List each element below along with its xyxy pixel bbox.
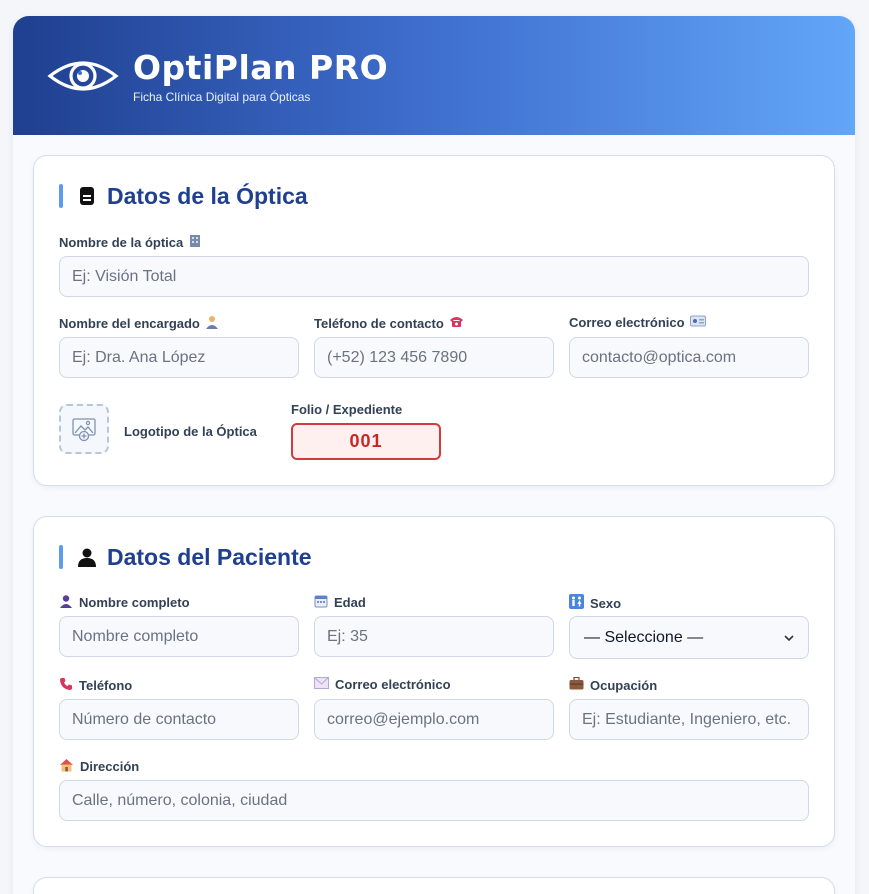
- app-header: OptiPlan PRO Ficha Clínica Digital para …: [13, 16, 855, 135]
- address-label: Dirección: [59, 758, 139, 775]
- occupation-label: Ocupación: [569, 676, 658, 693]
- sex-select-value: — Seleccione —: [584, 628, 704, 646]
- optica-name-input[interactable]: [59, 256, 809, 297]
- manager-input[interactable]: [59, 337, 299, 378]
- person-icon: [77, 546, 97, 568]
- app-subtitle: Ficha Clínica Digital para Ópticas: [133, 89, 311, 104]
- optica-section-title: Datos de la Óptica: [107, 182, 308, 209]
- patient-phone-label-text: Teléfono: [79, 678, 133, 693]
- optica-phone-label: Teléfono de contacto: [314, 315, 464, 331]
- patient-phone-input[interactable]: [59, 699, 299, 740]
- address-label-text: Dirección: [80, 759, 140, 774]
- eye-icon: [47, 56, 119, 96]
- image-add-icon: [72, 418, 96, 442]
- house-icon: [59, 758, 74, 775]
- patient-name-label-text: Nombre completo: [79, 595, 190, 610]
- folio-label: Folio / Expediente: [291, 402, 403, 417]
- telephone-icon: [449, 315, 464, 331]
- optica-email-label: Correo electrónico: [569, 315, 706, 330]
- optica-name-label: Nombre de la óptica: [59, 234, 202, 251]
- paciente-section-title: Datos del Paciente: [107, 543, 312, 570]
- patient-name-input[interactable]: [59, 616, 299, 657]
- chevron-down-icon: [784, 629, 794, 647]
- app-title: OptiPlan PRO: [133, 47, 389, 87]
- patient-email-label-text: Correo electrónico: [335, 677, 451, 692]
- optica-email-input[interactable]: [569, 337, 809, 378]
- age-label: Edad: [314, 594, 366, 611]
- envelope-icon: [314, 677, 329, 692]
- person-office-worker-icon: [205, 315, 219, 332]
- address-input[interactable]: [59, 780, 809, 821]
- paciente-section: Datos del Paciente Nombre completo Edad: [33, 516, 835, 847]
- optica-phone-label-text: Teléfono de contacto: [314, 315, 444, 331]
- sex-label-text: Sexo: [590, 595, 622, 611]
- id-card-icon: [689, 315, 706, 330]
- age-input[interactable]: [314, 616, 554, 657]
- optica-section: Datos de la Óptica Nombre de la óptica N…: [33, 155, 835, 486]
- optica-section-header: Datos de la Óptica: [59, 183, 308, 209]
- next-section: [33, 877, 835, 894]
- optica-name-label-text: Nombre de la óptica: [59, 235, 184, 250]
- brand: OptiPlan PRO Ficha Clínica Digital para …: [133, 48, 388, 104]
- sex-label: Sexo: [569, 594, 621, 612]
- bust-silhouette-icon: [59, 594, 73, 611]
- patient-email-label: Correo electrónico: [314, 677, 451, 692]
- paciente-section-header: Datos del Paciente: [59, 544, 312, 570]
- patient-name-label: Nombre completo: [59, 594, 190, 611]
- restroom-icon: [569, 594, 584, 612]
- document-icon: [77, 185, 97, 207]
- optica-phone-input[interactable]: [314, 337, 554, 378]
- form-body: Datos de la Óptica Nombre de la óptica N…: [13, 135, 855, 894]
- section-accent-bar: [59, 545, 63, 569]
- briefcase-icon: [569, 676, 584, 693]
- calendar-icon: [314, 594, 328, 611]
- logo-label: Logotipo de la Óptica: [124, 424, 257, 439]
- section-accent-bar: [59, 184, 63, 208]
- patient-email-input[interactable]: [314, 699, 554, 740]
- sex-select[interactable]: — Seleccione —: [569, 616, 809, 659]
- folio-field[interactable]: 001: [291, 423, 441, 460]
- app-window: OptiPlan PRO Ficha Clínica Digital para …: [13, 16, 855, 894]
- optica-email-label-text: Correo electrónico: [569, 315, 685, 330]
- age-label-text: Edad: [334, 595, 366, 610]
- phone-receiver-icon: [59, 677, 73, 694]
- occupation-label-text: Ocupación: [590, 677, 658, 693]
- patient-phone-label: Teléfono: [59, 677, 132, 694]
- manager-label-text: Nombre del encargado: [59, 316, 200, 331]
- occupation-input[interactable]: [569, 699, 809, 740]
- office-building-icon: [188, 234, 202, 251]
- manager-label: Nombre del encargado: [59, 315, 219, 332]
- logo-upload-button[interactable]: [59, 404, 109, 454]
